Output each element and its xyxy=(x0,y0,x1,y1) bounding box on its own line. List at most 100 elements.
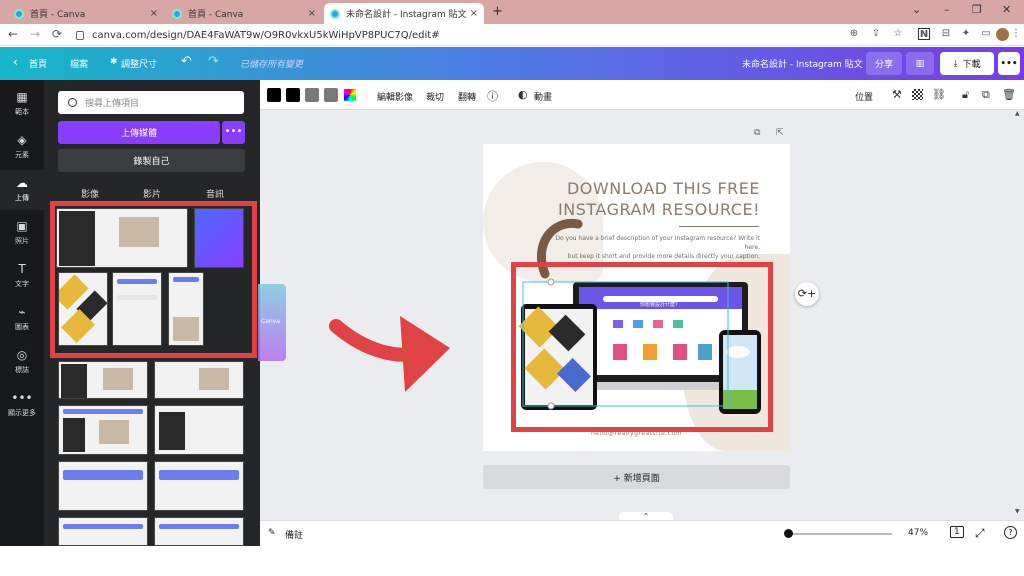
crop-button[interactable]: 裁切 xyxy=(426,90,444,103)
zoom-icon[interactable]: ⊕ xyxy=(848,28,860,40)
forward-arrow-icon[interactable]: → xyxy=(30,27,40,41)
zoom-slider-handle[interactable] xyxy=(784,529,793,538)
paint-format-icon[interactable]: ⚒ xyxy=(892,88,902,101)
share-page-icon[interactable]: ⇪ xyxy=(870,28,882,40)
canva-favicon-icon xyxy=(14,8,24,19)
tab-images[interactable]: 影像 xyxy=(81,187,99,200)
add-page-label: + 新增頁面 xyxy=(613,473,660,484)
upload-thumbnail[interactable] xyxy=(154,461,244,511)
notes-button[interactable]: 備註 xyxy=(285,528,303,541)
tab-close-icon[interactable]: × xyxy=(470,8,478,19)
rail-uploads[interactable]: ☁ 上傳 xyxy=(0,170,44,210)
animate-button[interactable]: 動畫 xyxy=(534,90,552,103)
upload-thumbnail[interactable] xyxy=(58,361,148,399)
transparency-icon[interactable] xyxy=(912,89,923,100)
upload-thumbnail[interactable] xyxy=(58,405,148,455)
upload-thumbnail[interactable] xyxy=(154,517,244,546)
info-icon[interactable]: ⓘ xyxy=(487,88,498,104)
home-chevron-icon[interactable]: ‹ xyxy=(13,55,18,69)
search-uploads-input[interactable]: 搜尋上傳項目 xyxy=(58,91,244,114)
extension-icon[interactable]: ⊟ xyxy=(940,28,952,40)
page-count-icon[interactable]: 1 xyxy=(950,526,964,538)
upload-media-button[interactable]: 上傳媒體 xyxy=(58,121,220,144)
link-icon[interactable]: ⛓ xyxy=(932,88,946,101)
panel-collapse-handle[interactable]: Canva xyxy=(258,284,286,361)
color-swatch[interactable] xyxy=(305,88,319,102)
share-button[interactable]: 分享 xyxy=(866,52,902,75)
minimize-button[interactable]: – xyxy=(944,3,950,16)
help-icon[interactable]: ? xyxy=(1004,526,1017,539)
insights-button[interactable]: ▥ xyxy=(906,52,934,75)
photos-icon: ▣ xyxy=(16,219,28,233)
document-title[interactable]: 未命名設計 - Instagram 貼文 xyxy=(742,57,863,70)
new-tab-button[interactable]: + xyxy=(492,4,503,19)
browser-tab-active[interactable]: 未命名設計 - Instagram 貼文 × xyxy=(324,3,484,24)
upload-more-button[interactable]: ••• xyxy=(222,121,245,144)
back-arrow-icon[interactable]: ← xyxy=(8,27,18,41)
logo-icon: ◎ xyxy=(16,348,28,362)
zoom-level[interactable]: 47% xyxy=(908,528,928,538)
profile-avatar[interactable] xyxy=(996,28,1009,41)
side-panel-icon[interactable]: ▭ xyxy=(980,28,992,40)
canva-favicon-icon xyxy=(172,8,182,19)
rail-charts[interactable]: ⌁ 圖表 xyxy=(0,299,44,339)
page-export-icon[interactable]: ⇱ xyxy=(776,128,784,138)
rail-templates[interactable]: ▦ 範本 xyxy=(0,84,44,124)
upload-thumbnail[interactable] xyxy=(154,361,244,399)
home-button[interactable]: 首頁 xyxy=(29,57,47,70)
page-copy-icon[interactable]: ⧉ xyxy=(754,128,760,138)
maximize-button[interactable]: ❐ xyxy=(972,3,982,16)
resize-button[interactable]: 調整尺寸 xyxy=(121,57,157,70)
rail-label: 圖表 xyxy=(15,323,29,331)
share-label: 分享 xyxy=(874,60,893,70)
trash-icon[interactable]: 🗑︎ xyxy=(1002,88,1016,101)
tab-close-icon[interactable]: × xyxy=(308,8,316,19)
browser-tab-2[interactable]: 首頁 - Canva × xyxy=(166,3,322,24)
rail-photos[interactable]: ▣ 照片 xyxy=(0,213,44,253)
browser-menu-icon[interactable]: ⋮ xyxy=(1010,28,1022,40)
tab-close-icon[interactable]: × xyxy=(150,8,158,19)
browser-tab-bar: 首頁 - Canva × 首頁 - Canva × 未命名設計 - Instag… xyxy=(0,0,1024,24)
rainbow-swatch[interactable] xyxy=(343,88,357,102)
reload-icon[interactable]: ⟳ xyxy=(52,27,62,41)
flip-button[interactable]: 翻轉 xyxy=(458,90,476,103)
tab-audio[interactable]: 音訊 xyxy=(206,187,224,200)
color-swatch[interactable] xyxy=(267,88,281,102)
tab-videos[interactable]: 影片 xyxy=(143,187,161,200)
tab-title: 未命名設計 - Instagram 貼文 xyxy=(346,10,467,20)
rail-elements[interactable]: ◈ 元素 xyxy=(0,127,44,167)
file-menu[interactable]: 檔案 xyxy=(70,57,88,70)
duplicate-icon[interactable]: ⧉ xyxy=(982,88,990,102)
tab-search-icon[interactable]: ⌄ xyxy=(912,3,921,16)
zoom-slider[interactable] xyxy=(787,533,892,535)
browser-tab-1[interactable]: 首頁 - Canva × xyxy=(8,3,164,24)
position-button[interactable]: 位置 xyxy=(855,90,873,103)
upload-thumbnail[interactable] xyxy=(58,517,148,546)
lock-icon[interactable]: 🔓︎ xyxy=(962,88,969,102)
color-swatch[interactable] xyxy=(324,88,338,102)
url-text: canva.com/design/DAE4FaWAT9w/O9R0vkxU5kW… xyxy=(92,29,440,41)
more-options-button[interactable]: ••• xyxy=(998,52,1020,75)
rail-more[interactable]: ••• 顯示更多 xyxy=(0,385,44,425)
edit-image-button[interactable]: 編輯影像 xyxy=(377,90,413,103)
upload-thumbnail[interactable] xyxy=(58,461,148,511)
rail-logos[interactable]: ◎ 標誌 xyxy=(0,342,44,382)
redo-icon[interactable]: ↷ xyxy=(208,54,219,69)
notion-extension-icon[interactable]: N xyxy=(918,28,930,40)
undo-icon[interactable]: ↶ xyxy=(181,54,192,69)
elements-icon: ◈ xyxy=(17,133,27,147)
bookmark-star-icon[interactable]: ☆ xyxy=(892,28,904,40)
fullscreen-icon[interactable]: ⤢ xyxy=(975,526,985,541)
vertical-scrollbar[interactable]: ▲ ▼ xyxy=(1014,110,1020,520)
window-close-button[interactable]: ✕ xyxy=(1002,3,1011,16)
url-field[interactable]: canva.com/design/DAE4FaWAT9w/O9R0vkxU5kW… xyxy=(76,26,836,44)
add-page-button[interactable]: + 新增頁面 xyxy=(483,465,790,489)
download-button[interactable]: ⤓ 下載 xyxy=(940,52,994,75)
record-yourself-button[interactable]: 錄製自己 xyxy=(58,149,245,172)
upload-thumbnail[interactable] xyxy=(154,405,244,455)
more-dots-icon: ••• xyxy=(11,391,33,405)
rail-text[interactable]: T 文字 xyxy=(0,256,44,296)
add-comment-button[interactable]: ⟳+ xyxy=(795,282,819,306)
color-swatch[interactable] xyxy=(286,88,300,102)
puzzle-extensions-icon[interactable]: ✦ xyxy=(960,28,972,40)
